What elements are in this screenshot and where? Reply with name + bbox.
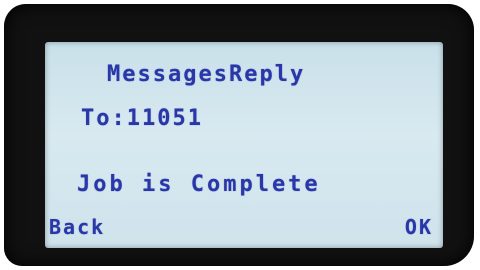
recipient-line: To:11051 bbox=[81, 106, 203, 131]
screen-title: MessagesReply bbox=[107, 62, 306, 87]
ok-softkey[interactable]: OK bbox=[405, 215, 433, 239]
lcd-screen: MessagesReply To:11051 Job is Complete B… bbox=[45, 42, 443, 248]
message-text: Job is Complete bbox=[77, 172, 321, 197]
device-bezel: MessagesReply To:11051 Job is Complete B… bbox=[4, 4, 474, 266]
back-softkey[interactable]: Back bbox=[49, 215, 105, 239]
